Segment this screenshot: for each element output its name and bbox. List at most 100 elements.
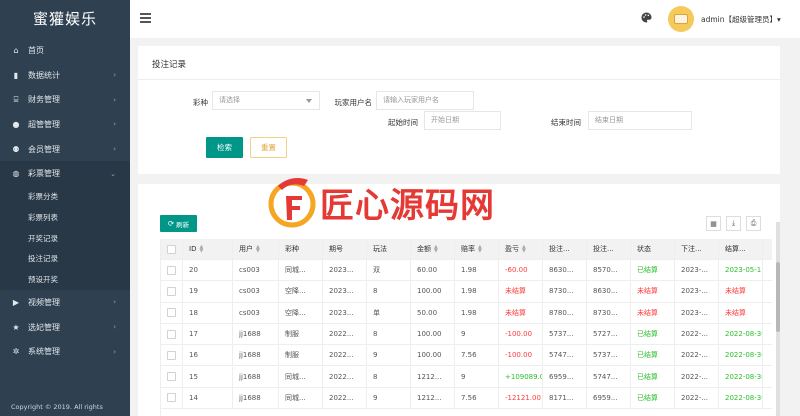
watermark-logo-icon	[268, 178, 316, 228]
column-header[interactable]: 赔率 ▲ ▼	[455, 239, 499, 259]
row-checkbox[interactable]	[167, 329, 176, 339]
gear-icon: ✲	[12, 347, 20, 357]
table-cell: 2022...	[323, 387, 367, 409]
sort-icon[interactable]: ▲ ▼	[522, 245, 526, 254]
sort-icon[interactable]: ▲ ▼	[256, 245, 260, 254]
table-cell: 2023...	[323, 260, 367, 281]
table-cell: 2022-...	[675, 323, 719, 345]
user-menu[interactable]: admin【超级管理员】▾	[701, 14, 781, 25]
bet-records-table: ID ▲ ▼ 用户 ▲ ▼ 彩种 期号 玩法 金额 ▲ ▼ 赔率 ▲ ▼ 盈亏 ▲ ▼ 投注... 投注... 状态 下注…	[160, 239, 772, 416]
sidebar-item-user[interactable]: ● 超管管理 ›	[0, 112, 130, 137]
row-select-cell[interactable]	[161, 366, 183, 387]
refresh-button[interactable]: ⟳ 刷新	[160, 215, 197, 232]
print-icon[interactable]: ⎙	[746, 216, 761, 231]
table-cell: 7.56	[455, 345, 499, 366]
table-cell: 2022-08-30	[719, 345, 763, 366]
table-row[interactable]: 19 cs003 空降... 2023... 8 100.00 1.98 未结算 8730...…	[161, 281, 772, 303]
row-select-cell[interactable]	[161, 387, 183, 409]
sidebar-item-gamepad[interactable]: ◍ 彩票管理 ⌄	[0, 161, 130, 187]
column-header[interactable]: ID ▲ ▼	[183, 239, 233, 259]
column-header[interactable]: 结算...	[719, 239, 763, 259]
table-row[interactable]: 16 jj1688 制服 2022... 9 100.00 7.56 -100.00 5747.…	[161, 345, 772, 367]
column-header[interactable]: 彩种	[279, 239, 323, 259]
submenu-item[interactable]: 投注记录	[0, 249, 130, 270]
table-cell: 已结算	[631, 323, 675, 345]
submenu-item[interactable]: 彩票分类	[0, 186, 130, 207]
star-icon: ★	[12, 322, 20, 332]
select-all-checkbox[interactable]	[167, 244, 176, 254]
table-cell: 已结算	[631, 387, 675, 409]
table-cell: 5747...	[587, 366, 631, 387]
sidebar-item-bar-chart[interactable]: ▮ 数据统计 ›	[0, 63, 130, 88]
row-select-cell[interactable]	[161, 260, 183, 281]
sidebar-item-video[interactable]: ▶ 视频管理 ›	[0, 290, 130, 315]
row-checkbox[interactable]	[167, 308, 176, 318]
sidebar-item-users[interactable]: ⚉ 会员管理 ›	[0, 137, 130, 162]
lottery-label: 彩种	[193, 98, 208, 107]
end-date-input[interactable]: 结束日期	[588, 111, 692, 130]
table-cell: 空降...	[279, 281, 323, 302]
table-row[interactable]: 20 cs003 同城... 2023... 双 60.00 1.98 -60.00 8630.…	[161, 260, 772, 282]
column-header-label: 结算...	[725, 245, 746, 253]
table-row[interactable]: 15 jj1688 同城... 2022... 8 1212... 9 +109089.0 69…	[161, 366, 772, 388]
columns-icon[interactable]: ▦	[706, 216, 721, 231]
column-header[interactable]: 金额 ▲ ▼	[411, 239, 455, 259]
menu-toggle-icon[interactable]	[140, 13, 151, 23]
table-cell: 5737...	[543, 323, 587, 345]
row-checkbox[interactable]	[167, 286, 176, 296]
topbar: admin【超级管理员】▾	[130, 0, 800, 38]
player-input[interactable]: 请输入玩家用户名	[376, 91, 474, 110]
table-cell: 2022-...	[675, 366, 719, 387]
export-icon[interactable]: ⤓	[726, 216, 741, 231]
theme-palette-icon[interactable]	[641, 12, 652, 23]
start-date-input[interactable]: 开始日期	[424, 111, 501, 130]
column-header-label: 期号	[329, 245, 343, 253]
sidebar-item-label: 财务管理	[28, 95, 60, 105]
column-header[interactable]: 盈亏 ▲ ▼	[499, 239, 543, 259]
row-select-cell[interactable]	[161, 345, 183, 366]
column-header[interactable]: 状态	[631, 239, 675, 259]
sort-icon[interactable]: ▲ ▼	[199, 245, 203, 254]
column-header[interactable]: 玩法	[367, 239, 411, 259]
column-header[interactable]: 用户 ▲ ▼	[233, 239, 279, 259]
row-select-cell[interactable]	[161, 323, 183, 345]
chevron-right-icon: ›	[113, 323, 116, 332]
sidebar-item-home[interactable]: ⌂ 首页	[0, 38, 130, 63]
table-cell: jj1688	[233, 323, 279, 345]
table-row[interactable]: 14 jj1688 同城... 2022... 9 1212... 7.56 -12121.0…	[161, 387, 772, 410]
table-scrollbar[interactable]	[776, 222, 780, 416]
column-header-label: 玩法	[373, 245, 387, 253]
sort-icon[interactable]: ▲ ▼	[434, 245, 438, 254]
lottery-select[interactable]: 请选择	[212, 91, 320, 110]
submenu-item[interactable]: 彩票列表	[0, 207, 130, 228]
table-cell: 同城...	[279, 366, 323, 387]
column-header[interactable]: 期号	[323, 239, 367, 259]
row-checkbox[interactable]	[167, 350, 176, 360]
column-header[interactable]: 投注...	[543, 239, 587, 259]
scrollbar-thumb[interactable]	[776, 262, 780, 332]
column-header[interactable]: 下注...	[675, 239, 719, 259]
row-select-cell[interactable]	[161, 302, 183, 323]
sidebar-item-label: 彩票管理	[28, 169, 60, 179]
row-select-cell[interactable]	[161, 281, 183, 302]
row-checkbox[interactable]	[167, 372, 176, 382]
table-cell: 8630...	[543, 260, 587, 281]
user-avatar[interactable]	[668, 6, 694, 32]
table-cell: 8730...	[587, 302, 631, 323]
row-checkbox[interactable]	[167, 393, 176, 403]
sidebar-item-bank[interactable]: ⌸ 财务管理 ›	[0, 87, 130, 112]
table-row[interactable]: 18 cs003 空降... 2023... 单 50.00 1.98 未结算 8780... 8…	[161, 302, 772, 324]
sort-icon[interactable]: ▲ ▼	[478, 245, 482, 254]
select-all-cell[interactable]	[161, 239, 183, 259]
search-button[interactable]: 检索	[206, 137, 243, 158]
reset-button[interactable]: 重置	[250, 137, 287, 158]
submenu-item[interactable]: 开奖记录	[0, 228, 130, 249]
sidebar-item-star[interactable]: ★ 选妃管理 ›	[0, 315, 130, 340]
row-checkbox[interactable]	[167, 265, 176, 275]
submenu-item[interactable]: 预设开奖	[0, 269, 130, 290]
sidebar-item-gear[interactable]: ✲ 系统管理 ›	[0, 339, 130, 364]
table-row[interactable]: 17 jj1688 制服 2022... 8 100.00 9 -100.00 5737... 5…	[161, 323, 772, 346]
column-header[interactable]: 投注...	[587, 239, 631, 259]
table-cell: 8630...	[587, 281, 631, 302]
table-cell: 未结算	[719, 281, 763, 302]
